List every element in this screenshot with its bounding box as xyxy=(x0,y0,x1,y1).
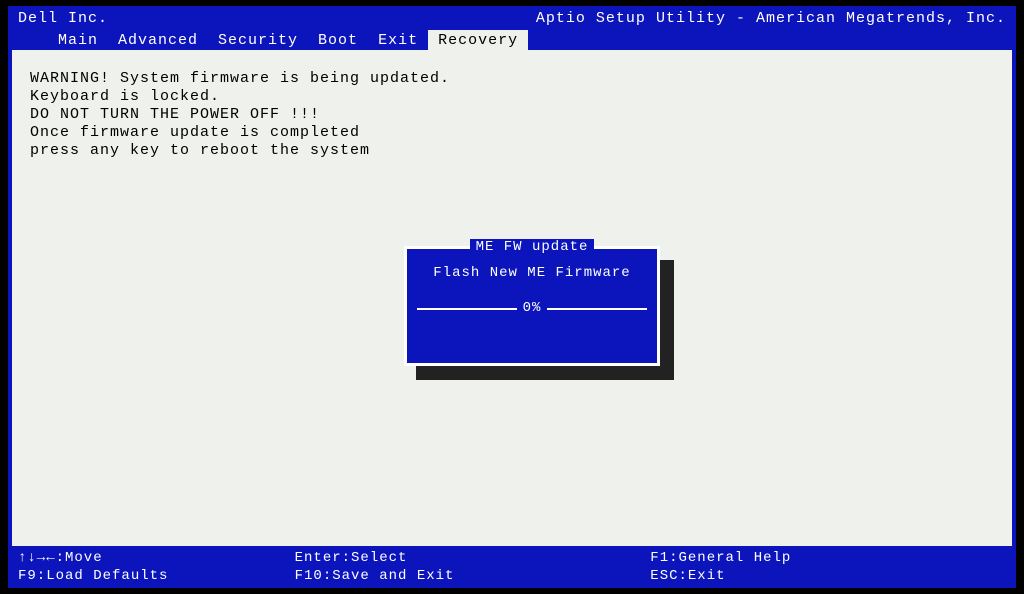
progress-bar-fill xyxy=(407,319,657,339)
footer: ↑↓→←:Move F9:Load Defaults Enter:Select … xyxy=(8,546,1016,588)
bios-screen: Dell Inc. Aptio Setup Utility - American… xyxy=(8,6,1016,588)
warning-line-2: Keyboard is locked. xyxy=(30,88,994,106)
menu-item-security[interactable]: Security xyxy=(208,30,308,51)
menu-item-advanced[interactable]: Advanced xyxy=(108,30,208,51)
footer-hint-select: Enter:Select xyxy=(295,550,651,568)
progress-percent: 0% xyxy=(517,300,548,316)
warning-line-3: DO NOT TURN THE POWER OFF !!! xyxy=(30,106,994,124)
footer-hint-move: ↑↓→←:Move xyxy=(18,550,295,568)
menu-item-recovery[interactable]: Recovery xyxy=(428,30,528,51)
utility-title: Aptio Setup Utility - American Megatrend… xyxy=(536,10,1006,27)
warning-line-1: WARNING! System firmware is being update… xyxy=(30,70,994,88)
footer-hint-esc-exit: ESC:Exit xyxy=(650,568,1006,586)
dialog-title: ME FW update xyxy=(470,239,595,255)
brand-label: Dell Inc. xyxy=(18,10,108,27)
progress-bar: 0% xyxy=(407,299,657,319)
firmware-update-dialog: ME FW update Flash New ME Firmware 0% xyxy=(404,246,660,366)
dialog-body: Flash New ME Firmware xyxy=(407,255,657,289)
footer-hint-save-exit: F10:Save and Exit xyxy=(295,568,651,586)
header: Dell Inc. Aptio Setup Utility - American… xyxy=(8,6,1016,50)
menu-item-exit[interactable]: Exit xyxy=(368,30,428,51)
footer-hint-load-defaults: F9:Load Defaults xyxy=(18,568,295,586)
menu-bar: Main Advanced Security Boot Exit Recover… xyxy=(18,30,1006,51)
warning-line-4: Once firmware update is completed xyxy=(30,124,994,142)
warning-line-5: press any key to reboot the system xyxy=(30,142,994,160)
footer-hint-general-help: F1:General Help xyxy=(650,550,1006,568)
menu-item-boot[interactable]: Boot xyxy=(308,30,368,51)
menu-item-main[interactable]: Main xyxy=(48,30,108,51)
